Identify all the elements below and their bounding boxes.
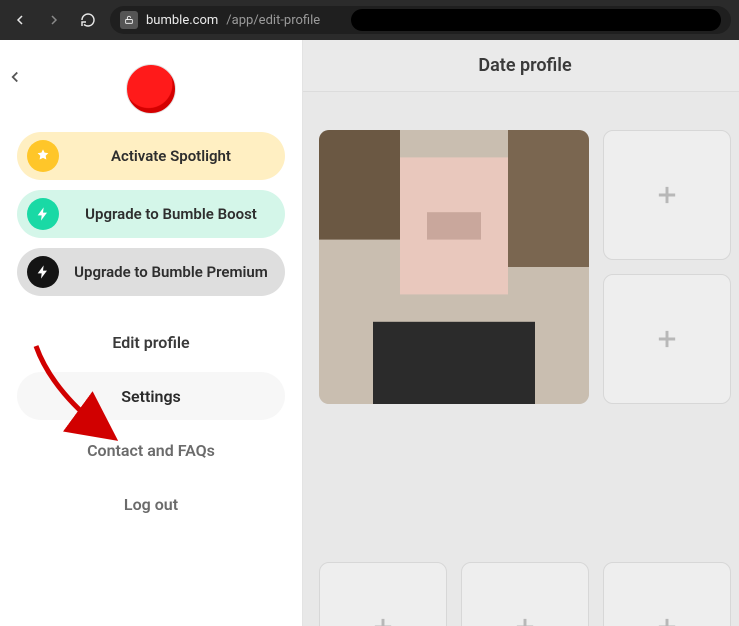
premium-icon: [27, 256, 59, 288]
photo-slot-2[interactable]: [603, 130, 731, 260]
menu-item-log-out[interactable]: Log out: [17, 480, 285, 528]
promo-premium-button[interactable]: Upgrade to Bumble Premium: [17, 248, 285, 296]
arrow-left-icon: [12, 12, 28, 28]
plus-icon: [511, 613, 539, 626]
promo-boost-button[interactable]: Upgrade to Bumble Boost: [17, 190, 285, 238]
spotlight-icon: [27, 140, 59, 172]
url-host: bumble.com: [146, 13, 218, 28]
boost-icon: [27, 198, 59, 230]
url-redaction: [351, 9, 721, 31]
menu-item-settings[interactable]: Settings: [17, 372, 285, 420]
photo-slot-6[interactable]: [603, 562, 731, 626]
site-info-icon[interactable]: [120, 11, 138, 29]
menu-item-edit-profile[interactable]: Edit profile: [17, 318, 285, 366]
sidebar: Activate Spotlight Upgrade to Bumble Boo…: [0, 40, 302, 626]
promo-spotlight-button[interactable]: Activate Spotlight: [17, 132, 285, 180]
app-root: Activate Spotlight Upgrade to Bumble Boo…: [0, 40, 739, 626]
main-panel: Date profile: [302, 40, 739, 626]
browser-reload-button[interactable]: [76, 8, 100, 32]
promo-boost-label: Upgrade to Bumble Boost: [71, 205, 271, 224]
browser-chrome: bumble.com/app/edit-profile: [0, 0, 739, 40]
promo-premium-label: Upgrade to Bumble Premium: [71, 263, 271, 282]
plus-icon: [653, 181, 681, 209]
promo-spotlight-label: Activate Spotlight: [71, 147, 271, 166]
browser-forward-button[interactable]: [42, 8, 66, 32]
arrow-right-icon: [46, 12, 62, 28]
photo-slot-5[interactable]: [461, 562, 589, 626]
plus-icon: [653, 613, 681, 626]
profile-photo-placeholder: [319, 130, 589, 404]
photo-grid-section: Preview profile: [303, 92, 739, 626]
menu-item-contact-faqs[interactable]: Contact and FAQs: [17, 426, 285, 474]
photo-slot-3[interactable]: [603, 274, 731, 404]
browser-url-bar[interactable]: bumble.com/app/edit-profile: [110, 6, 731, 34]
plus-icon: [653, 325, 681, 353]
chevron-left-icon: [6, 68, 24, 86]
photo-slot-4[interactable]: [319, 562, 447, 626]
photo-slot-main[interactable]: [319, 130, 589, 404]
sidebar-back-button[interactable]: [6, 68, 24, 90]
page-title: Date profile: [303, 40, 739, 92]
reload-icon: [80, 12, 96, 28]
profile-avatar[interactable]: [126, 64, 176, 114]
sidebar-menu: Edit profile Settings Contact and FAQs L…: [12, 318, 290, 528]
browser-back-button[interactable]: [8, 8, 32, 32]
url-path: /app/edit-profile: [226, 13, 320, 28]
plus-icon: [369, 613, 397, 626]
